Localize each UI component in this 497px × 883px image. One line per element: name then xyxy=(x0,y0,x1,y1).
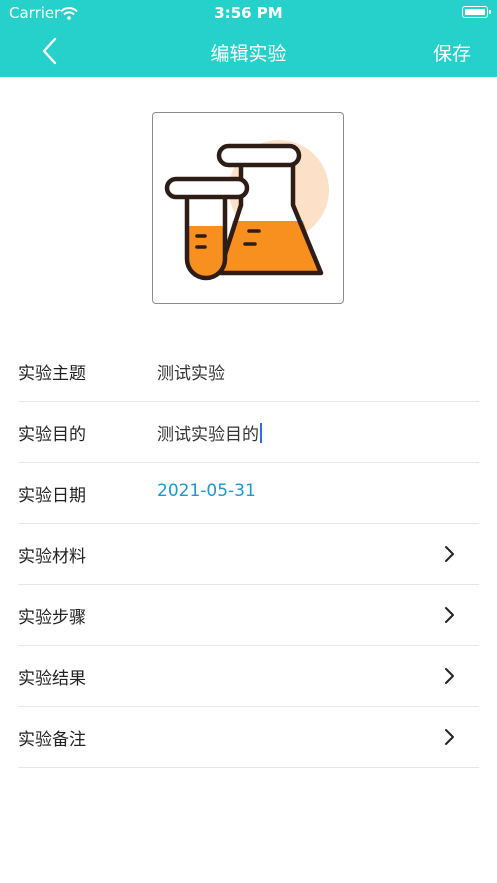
row-results[interactable]: 实验结果 xyxy=(18,646,479,707)
row-topic[interactable]: 实验主题 测试实验 xyxy=(18,341,479,402)
row-notes[interactable]: 实验备注 xyxy=(18,707,479,768)
purpose-field-wrap[interactable]: 测试实验目的 xyxy=(157,420,262,445)
chevron-right-icon xyxy=(445,668,454,684)
save-button[interactable]: 保存 xyxy=(433,39,471,66)
chevron-right-icon xyxy=(445,546,454,562)
row-materials[interactable]: 实验材料 xyxy=(18,524,479,585)
date-label: 实验日期 xyxy=(18,486,86,506)
date-value[interactable]: 2021-05-31 xyxy=(157,481,256,501)
lab-flask-icon xyxy=(164,140,329,281)
row-steps[interactable]: 实验步骤 xyxy=(18,585,479,646)
purpose-field[interactable]: 测试实验目的 xyxy=(157,425,259,445)
experiment-image-picker[interactable] xyxy=(152,112,344,304)
purpose-label: 实验目的 xyxy=(18,425,86,445)
materials-label: 实验材料 xyxy=(18,547,86,567)
status-time: 3:56 PM xyxy=(214,4,283,22)
nav-bar: 编辑实验 保存 xyxy=(0,26,497,77)
chevron-right-icon xyxy=(445,729,454,745)
status-bar: Carrier 3:56 PM xyxy=(0,0,497,26)
chevron-right-icon xyxy=(445,607,454,623)
topic-field[interactable]: 测试实验 xyxy=(157,359,225,384)
battery-icon xyxy=(462,6,491,18)
app-header: Carrier 3:56 PM 编辑实验 保存 xyxy=(0,0,497,77)
row-purpose[interactable]: 实验目的 测试实验目的 xyxy=(18,402,479,463)
steps-label: 实验步骤 xyxy=(18,608,86,628)
page-title: 编辑实验 xyxy=(210,43,287,65)
topic-label: 实验主题 xyxy=(18,364,86,384)
experiment-form: 实验主题 测试实验 实验目的 测试实验目的 实验日期 2021-05-31 实验… xyxy=(18,341,479,768)
row-date[interactable]: 实验日期 2021-05-31 xyxy=(18,463,479,524)
notes-label: 实验备注 xyxy=(18,730,86,750)
text-cursor xyxy=(260,423,262,443)
results-label: 实验结果 xyxy=(18,669,86,689)
